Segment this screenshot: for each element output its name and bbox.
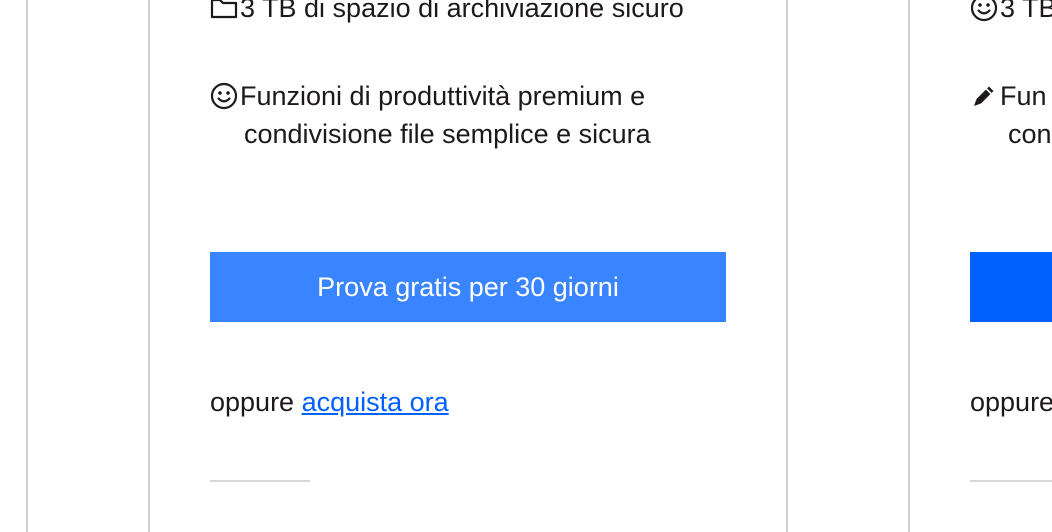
folder-icon: [210, 0, 240, 27]
plan-next-button[interactable]: [970, 252, 1052, 322]
card-divider-next: [970, 480, 1052, 482]
feature-storage: 3 TB di spazio di archiviazione sicuro: [210, 0, 684, 27]
card-border-right-next: [908, 0, 910, 532]
buy-now-link[interactable]: acquista ora: [302, 387, 449, 417]
buy-now-line: oppure acquista ora: [210, 383, 449, 421]
feature-productivity-next-text: Fun con: [1000, 77, 1052, 153]
feature-productivity-line2: condivisione file semplice e sicura: [244, 119, 651, 149]
free-trial-button[interactable]: Prova gratis per 30 giorni: [210, 252, 726, 322]
card-border-left-outer: [26, 0, 28, 532]
smiley-icon: [210, 77, 240, 115]
pricing-cards-viewport: 3 TB di spazio di archiviazione sicuro F…: [0, 0, 1052, 532]
smiley-icon: [970, 0, 1000, 27]
feature-productivity-text: Funzioni di produttività premium e condi…: [240, 77, 651, 153]
free-trial-button-label: Prova gratis per 30 giorni: [317, 271, 619, 302]
buy-now-line-next: oppure: [970, 383, 1052, 421]
card-border-left: [148, 0, 150, 532]
feature-productivity: Funzioni di produttività premium e condi…: [210, 77, 651, 153]
card-divider: [210, 480, 310, 482]
card-border-right: [786, 0, 788, 532]
feature-productivity-next-line2: con: [1008, 119, 1052, 149]
or-text: oppure: [210, 387, 295, 417]
feature-storage-next-text: 3 TB: [1000, 0, 1052, 23]
feature-productivity-next: Fun con: [970, 77, 1052, 153]
feature-storage-text: 3 TB di spazio di archiviazione sicuro: [240, 0, 684, 23]
or-text-next: oppure: [970, 387, 1052, 417]
feature-productivity-line1: Funzioni di produttività premium e: [240, 81, 646, 111]
pencil-icon: [970, 77, 1000, 115]
feature-storage-next: 3 TB: [970, 0, 1052, 27]
feature-productivity-next-line1: Fun: [1000, 81, 1047, 111]
